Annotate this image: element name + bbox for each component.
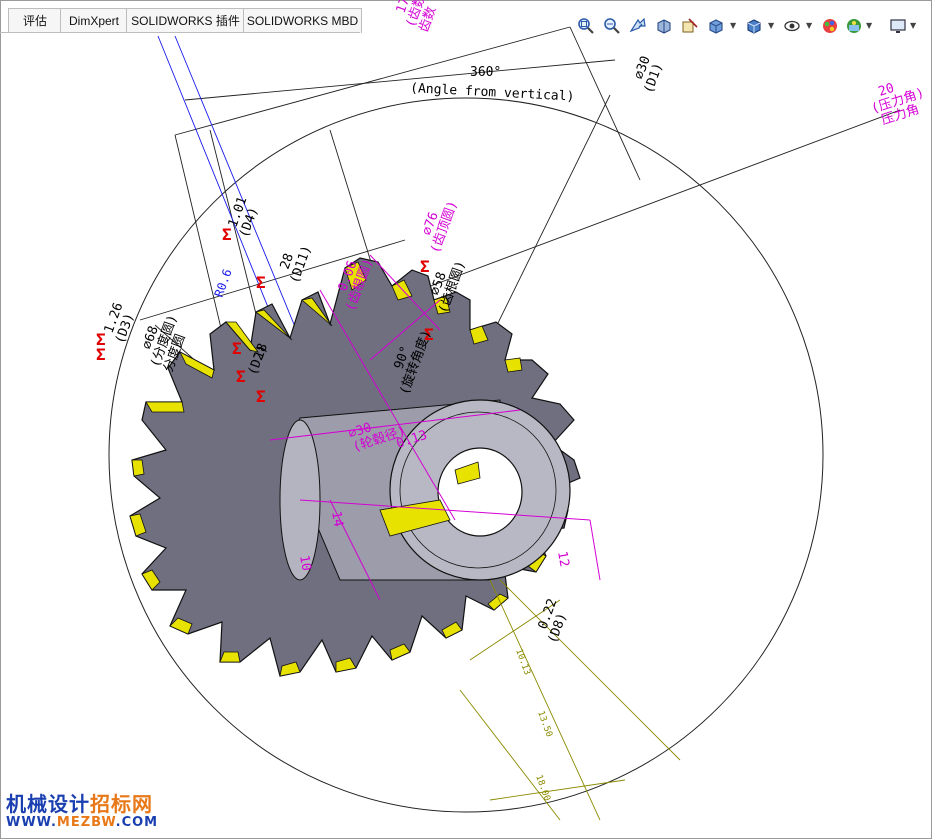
sigma-mark: Σ	[236, 367, 246, 386]
v12-value: 12	[554, 550, 571, 568]
model-viewport[interactable]: 17 (齿数) 齿数 360° (Angle from vertical) ⌀3…	[0, 0, 932, 839]
v10-value: 10	[296, 554, 313, 572]
ref-a-value: 10.13	[513, 648, 532, 677]
sigma-mark: Σ	[232, 339, 242, 358]
sigma-mark: Σ	[256, 273, 266, 292]
watermark-logo: 机械设计招标网 WWW.MEZBW.COM	[6, 792, 159, 830]
angle-value: 360°	[470, 65, 501, 80]
radius-value: R0.6	[212, 267, 235, 299]
sigma-mark: Σ	[256, 387, 266, 406]
sigma-mark: Σ	[420, 257, 430, 276]
v14-value: 14	[328, 510, 346, 528]
sigma-mark: Σ	[96, 345, 106, 364]
sigma-mark: Σ	[222, 225, 232, 244]
reference-lines	[459, 579, 681, 821]
angle-label: (Angle from vertical)	[410, 81, 575, 105]
